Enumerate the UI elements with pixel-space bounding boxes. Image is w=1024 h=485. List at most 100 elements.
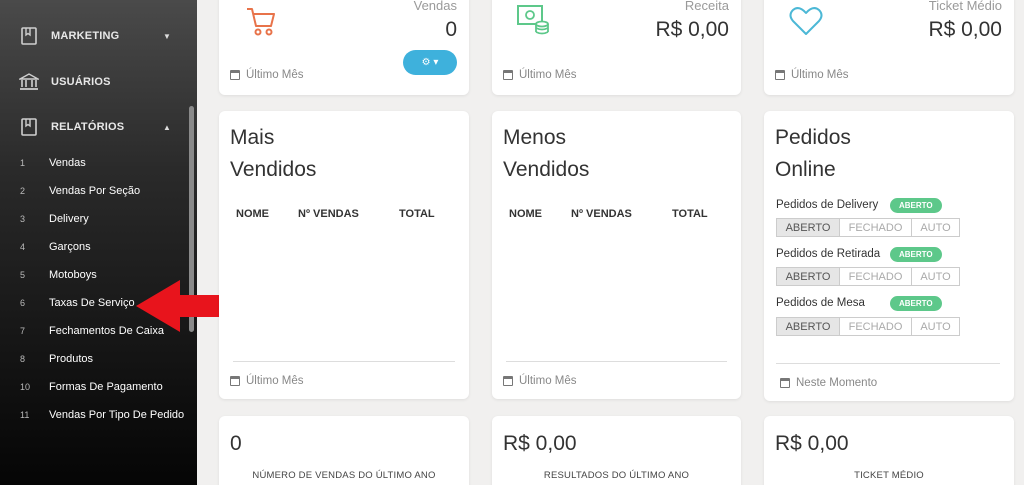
card-footer: Último Mês xyxy=(775,69,849,81)
card-footer: Último Mês xyxy=(503,375,577,387)
menos-vendidos-card: Menos Vendidos NOME Nº VENDAS TOTAL Últi… xyxy=(492,111,741,399)
card-footer: Último Mês xyxy=(230,69,304,81)
item-number: 8 xyxy=(20,354,26,364)
caret-down-icon: ▾ xyxy=(433,57,439,68)
column-header: NOME xyxy=(236,208,269,220)
nav-usuarios[interactable]: USUÁRIOS xyxy=(0,67,190,97)
footer-text: Último Mês xyxy=(246,375,304,387)
option-aberto[interactable]: ABERTO xyxy=(777,219,840,236)
nav-marketing[interactable]: MARKETING ▼ xyxy=(0,21,190,51)
sidebar-item-vendas[interactable]: 1 Vendas xyxy=(0,153,190,173)
footer-text: Último Mês xyxy=(791,69,849,81)
settings-dropdown-button[interactable]: ⚙ ▾ xyxy=(403,50,457,75)
pedidos-online-card: Pedidos Online Pedidos de Delivery ABERT… xyxy=(764,111,1014,401)
mesa-status-toggle: ABERTO FECHADO AUTO xyxy=(776,317,960,336)
option-fechado[interactable]: FECHADO xyxy=(840,318,912,335)
divider xyxy=(506,361,727,362)
stat-card-receita: Receita R$ 0,00 Último Mês xyxy=(492,0,741,95)
item-number: 4 xyxy=(20,242,26,252)
card-footer: Neste Momento xyxy=(780,377,877,389)
gear-icon: ⚙ xyxy=(421,57,431,68)
divider xyxy=(233,361,455,362)
item-number: 5 xyxy=(20,270,26,280)
card-footer: Último Mês xyxy=(503,69,577,81)
title-line: Menos xyxy=(503,126,567,149)
title-line: Pedidos xyxy=(775,126,851,149)
metric-caption: NÚMERO DE VENDAS DO ÚLTIMO ANO xyxy=(252,470,436,481)
item-number: 3 xyxy=(20,214,26,224)
title-line: Mais xyxy=(230,126,275,149)
metric-caption: TICKET MÉDIO xyxy=(854,470,924,481)
sidebar-item-garcons[interactable]: 4 Garçons xyxy=(0,237,190,257)
sidebar-item-vendas-por-secao[interactable]: 2 Vendas Por Seção xyxy=(0,181,190,201)
calendar-icon xyxy=(503,376,513,386)
sidebar: MARKETING ▼ USUÁRIOS RELATÓRIOS ▲ 1 Vend… xyxy=(0,0,197,485)
footer-text: Neste Momento xyxy=(796,377,878,389)
footer-text: Último Mês xyxy=(519,375,577,387)
item-label: Formas De Pagamento xyxy=(49,381,163,393)
option-fechado[interactable]: FECHADO xyxy=(840,268,912,285)
calendar-icon xyxy=(230,70,240,80)
title-line: Vendidos xyxy=(503,158,590,181)
item-label: Produtos xyxy=(49,353,94,365)
nav-relatorios-label: RELATÓRIOS xyxy=(51,121,125,133)
nav-usuarios-label: USUÁRIOS xyxy=(51,76,111,88)
option-aberto[interactable]: ABERTO xyxy=(777,268,840,285)
cart-icon xyxy=(245,6,277,41)
stat-value: 0 xyxy=(445,18,457,41)
divider xyxy=(776,363,1000,364)
card-footer: Último Mês xyxy=(230,375,304,387)
card-title: Mais Vendidos xyxy=(230,122,316,186)
money-icon xyxy=(516,4,550,41)
item-number: 2 xyxy=(20,186,26,196)
ticket-medio-card: R$ 0,00 TICKET MÉDIO xyxy=(764,416,1014,485)
nav-relatorios[interactable]: RELATÓRIOS ▲ xyxy=(0,112,190,142)
item-label: Vendas Por Tipo De Pedido xyxy=(49,409,185,421)
footer-text: Último Mês xyxy=(519,69,577,81)
chevron-up-icon: ▲ xyxy=(163,122,171,132)
option-auto[interactable]: AUTO xyxy=(912,219,959,236)
column-header: Nº VENDAS xyxy=(298,208,359,220)
stat-value: R$ 0,00 xyxy=(928,18,1002,41)
sidebar-item-formas-de-pagamento[interactable]: 10 Formas De Pagamento xyxy=(0,377,190,397)
item-label: Taxas De Serviço xyxy=(49,297,135,309)
item-number: 6 xyxy=(20,298,26,308)
item-number: 7 xyxy=(20,326,26,336)
column-header: NOME xyxy=(509,208,542,220)
sidebar-item-vendas-por-tipo-de-pedido[interactable]: 11 Vendas Por Tipo De Pedido xyxy=(0,405,190,425)
sidebar-item-produtos[interactable]: 8 Produtos xyxy=(0,349,190,369)
pedidos-retirada-label: Pedidos de Retirada xyxy=(776,248,881,260)
vendas-ano-card: 0 NÚMERO DE VENDAS DO ÚLTIMO ANO xyxy=(219,416,469,485)
status-badge: ABERTO xyxy=(890,198,942,213)
pedidos-mesa-label: Pedidos de Mesa xyxy=(776,297,865,309)
stat-value: R$ 0,00 xyxy=(655,18,729,41)
card-title: Menos Vendidos xyxy=(503,122,589,186)
option-auto[interactable]: AUTO xyxy=(912,318,959,335)
sidebar-item-delivery[interactable]: 3 Delivery xyxy=(0,209,190,229)
bank-icon xyxy=(18,71,40,93)
retirada-status-toggle: ABERTO FECHADO AUTO xyxy=(776,267,960,286)
item-number: 1 xyxy=(20,158,26,168)
delivery-status-toggle: ABERTO FECHADO AUTO xyxy=(776,218,960,237)
heart-icon xyxy=(789,6,823,41)
calendar-icon xyxy=(775,70,785,80)
option-auto[interactable]: AUTO xyxy=(912,268,959,285)
stat-label: Vendas xyxy=(413,0,457,13)
option-aberto[interactable]: ABERTO xyxy=(777,318,840,335)
resultados-ano-card: R$ 0,00 RESULTADOS DO ÚLTIMO ANO xyxy=(492,416,741,485)
book-icon xyxy=(18,25,40,47)
item-label: Vendas xyxy=(49,157,86,169)
title-line: Online xyxy=(775,158,836,181)
item-label: Garçons xyxy=(49,241,91,253)
nav-marketing-label: MARKETING xyxy=(51,30,120,42)
stat-card-ticket-medio: Ticket Médio R$ 0,00 Último Mês xyxy=(764,0,1014,95)
stat-label: Ticket Médio xyxy=(928,0,1002,13)
metric-value: R$ 0,00 xyxy=(503,432,577,455)
option-fechado[interactable]: FECHADO xyxy=(840,219,912,236)
item-label: Vendas Por Seção xyxy=(49,185,141,197)
metric-value: R$ 0,00 xyxy=(775,432,849,455)
mais-vendidos-card: Mais Vendidos NOME Nº VENDAS TOTAL Últim… xyxy=(219,111,469,399)
stat-card-vendas: Vendas 0 ⚙ ▾ Último Mês xyxy=(219,0,469,95)
status-badge: ABERTO xyxy=(890,247,942,262)
metric-caption: RESULTADOS DO ÚLTIMO ANO xyxy=(543,470,690,481)
